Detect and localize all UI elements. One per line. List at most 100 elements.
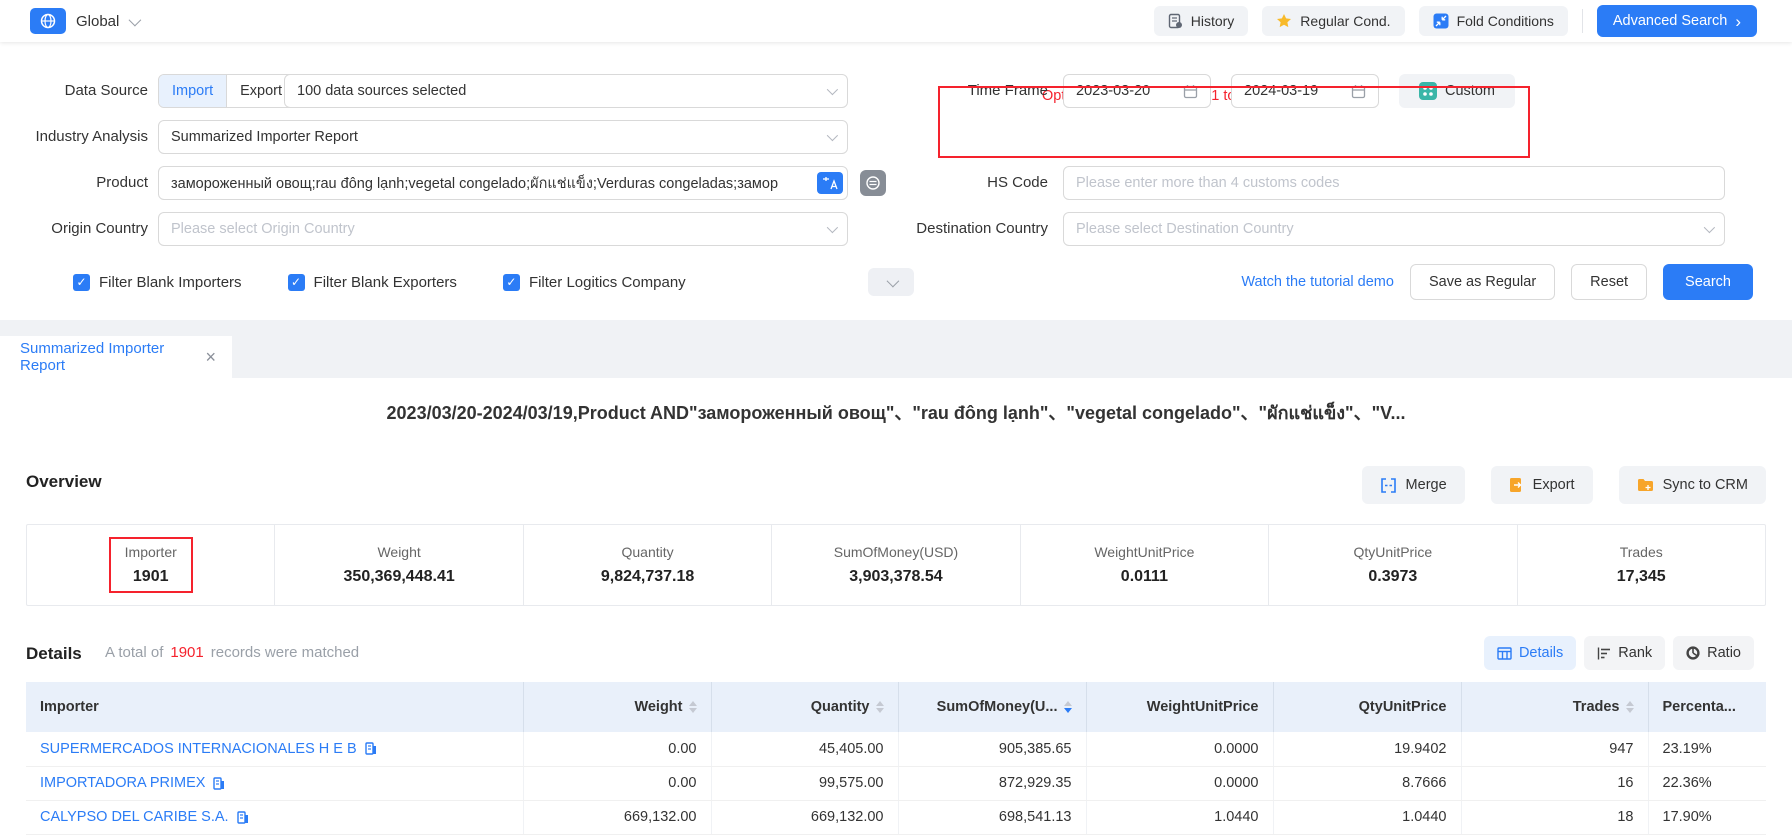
export-label: Export (1533, 477, 1575, 493)
rank-view-label: Rank (1618, 645, 1652, 661)
industry-analysis-value: Summarized Importer Report (171, 129, 358, 145)
fold-icon (1433, 13, 1449, 29)
sum-of-money-cell: 905,385.65 (898, 732, 1086, 766)
percentage-cell: 17.90% (1648, 800, 1766, 834)
company-icon[interactable] (213, 777, 225, 790)
sync-to-crm-button[interactable]: Sync to CRM (1619, 466, 1766, 504)
qty-unit-price-cell: 1.0440 (1273, 800, 1461, 834)
origin-country-placeholder: Please select Origin Country (171, 221, 355, 237)
column-header-weight[interactable]: Weight (523, 682, 711, 732)
sort-icon[interactable] (876, 701, 884, 713)
stat-value: 0.0111 (1121, 568, 1168, 586)
save-as-regular-button[interactable]: Save as Regular (1410, 264, 1555, 300)
column-header-weight-unit-price[interactable]: WeightUnitPrice (1086, 682, 1273, 732)
rank-icon (1597, 647, 1611, 660)
table-icon (1497, 647, 1512, 660)
region-selector[interactable]: Global (30, 8, 138, 34)
weight-cell: 0.00 (523, 732, 711, 766)
region-label: Global (76, 13, 119, 30)
weight-cell: 0.00 (523, 766, 711, 800)
column-header-quantity[interactable]: Quantity (711, 682, 898, 732)
advanced-search-button[interactable]: Advanced Search › (1597, 5, 1757, 37)
globe-logo-icon (30, 8, 66, 34)
column-header-importer[interactable]: Importer (26, 682, 523, 732)
stat-value: 3,903,378.54 (849, 568, 942, 586)
product-input[interactable] (158, 166, 848, 200)
checkbox-checked-icon: ✓ (73, 274, 90, 291)
custom-icon (1419, 82, 1437, 100)
destination-country-placeholder: Please select Destination Country (1076, 221, 1294, 237)
company-icon[interactable] (365, 742, 377, 755)
quantity-cell: 99,575.00 (711, 766, 898, 800)
stat-label: Quantity (621, 544, 673, 560)
sort-icon[interactable] (689, 701, 697, 713)
importer-link[interactable]: IMPORTADORA PRIMEX (40, 775, 205, 791)
stat-value: 9,824,737.18 (601, 568, 694, 586)
stat-label: WeightUnitPrice (1094, 544, 1194, 560)
ratio-view-button[interactable]: Ratio (1673, 636, 1754, 670)
tab-strip: Summarized Importer Report × (0, 320, 1792, 378)
data-sources-value: 100 data sources selected (297, 83, 466, 99)
importer-link[interactable]: CALYPSO DEL CARIBE S.A. (40, 809, 229, 825)
reset-button[interactable]: Reset (1571, 264, 1647, 300)
checkbox-checked-icon: ✓ (503, 274, 520, 291)
overview-heading: Overview (26, 472, 102, 492)
close-icon[interactable]: × (205, 347, 216, 368)
product-label: Product (0, 166, 148, 200)
filter-logistics-company-checkbox[interactable]: ✓ Filter Logitics Company (503, 274, 686, 291)
regular-cond-label: Regular Cond. (1300, 13, 1390, 29)
history-icon (1168, 13, 1183, 29)
sort-icon[interactable] (1626, 701, 1634, 713)
end-date-input[interactable]: 2024-03-19 (1231, 74, 1379, 108)
stat-label: Importer (125, 544, 177, 560)
start-date-input[interactable]: 2023-03-20 (1063, 74, 1211, 108)
collapse-form-button[interactable] (868, 268, 914, 296)
origin-country-select[interactable]: Please select Origin Country (158, 212, 848, 246)
industry-analysis-label: Industry Analysis (0, 120, 148, 154)
merge-button[interactable]: Merge (1362, 466, 1465, 504)
checkbox-checked-icon: ✓ (288, 274, 305, 291)
tab-summarized-importer-report[interactable]: Summarized Importer Report × (0, 336, 232, 378)
table-row: CALYPSO DEL CARIBE S.A. 669,132.00 669,1… (26, 800, 1766, 834)
chevron-down-icon (827, 84, 838, 95)
percentage-cell: 23.19% (1648, 732, 1766, 766)
filter-blank-importers-checkbox[interactable]: ✓ Filter Blank Importers (73, 274, 242, 291)
overview-actions: Merge Export Sync to CRM (1362, 466, 1766, 504)
percentage-cell: 22.36% (1648, 766, 1766, 800)
details-view-label: Details (1519, 645, 1563, 661)
details-view-button[interactable]: Details (1484, 636, 1576, 670)
data-sources-select[interactable]: 100 data sources selected (284, 74, 848, 108)
view-switcher: Details Rank Ratio (1484, 636, 1754, 670)
stat-qty-unit-price: QtyUnitPrice 0.3973 (1269, 525, 1517, 605)
column-header-trades[interactable]: Trades (1461, 682, 1648, 732)
sum-of-money-cell: 872,929.35 (898, 766, 1086, 800)
fold-conditions-label: Fold Conditions (1457, 13, 1554, 29)
table-header-row: Importer Weight Quantity SumOfMoney(U...… (26, 682, 1766, 732)
history-button[interactable]: History (1154, 6, 1249, 36)
hs-code-input[interactable] (1063, 166, 1725, 200)
importer-link[interactable]: SUPERMERCADOS INTERNACIONALES H E B (40, 741, 357, 757)
import-toggle-button[interactable]: Import (159, 75, 226, 107)
column-header-qty-unit-price[interactable]: QtyUnitPrice (1273, 682, 1461, 732)
merge-icon (1380, 478, 1397, 493)
fold-conditions-button[interactable]: Fold Conditions (1419, 6, 1568, 36)
export-button[interactable]: Export (1491, 466, 1593, 504)
column-header-percentage[interactable]: Percenta... (1648, 682, 1766, 732)
sort-icon-active-desc[interactable] (1064, 701, 1072, 713)
chevron-right-icon: › (1735, 13, 1741, 30)
destination-country-select[interactable]: Please select Destination Country (1063, 212, 1725, 246)
regular-cond-button[interactable]: Regular Cond. (1262, 6, 1404, 36)
tutorial-demo-link[interactable]: Watch the tutorial demo (1241, 274, 1394, 290)
rank-view-button[interactable]: Rank (1584, 636, 1665, 670)
custom-time-button[interactable]: Custom (1399, 74, 1515, 108)
chevron-down-icon (886, 274, 899, 287)
translate-badge-icon[interactable] (817, 172, 843, 194)
weight-unit-price-cell: 0.0000 (1086, 732, 1273, 766)
column-header-sum-of-money[interactable]: SumOfMoney(U... (898, 682, 1086, 732)
start-date-value: 2023-03-20 (1076, 83, 1150, 99)
sum-of-money-cell: 698,541.13 (898, 800, 1086, 834)
company-icon[interactable] (237, 811, 249, 824)
search-button[interactable]: Search (1663, 264, 1753, 300)
industry-analysis-select[interactable]: Summarized Importer Report (158, 120, 848, 154)
filter-blank-exporters-checkbox[interactable]: ✓ Filter Blank Exporters (288, 274, 457, 291)
